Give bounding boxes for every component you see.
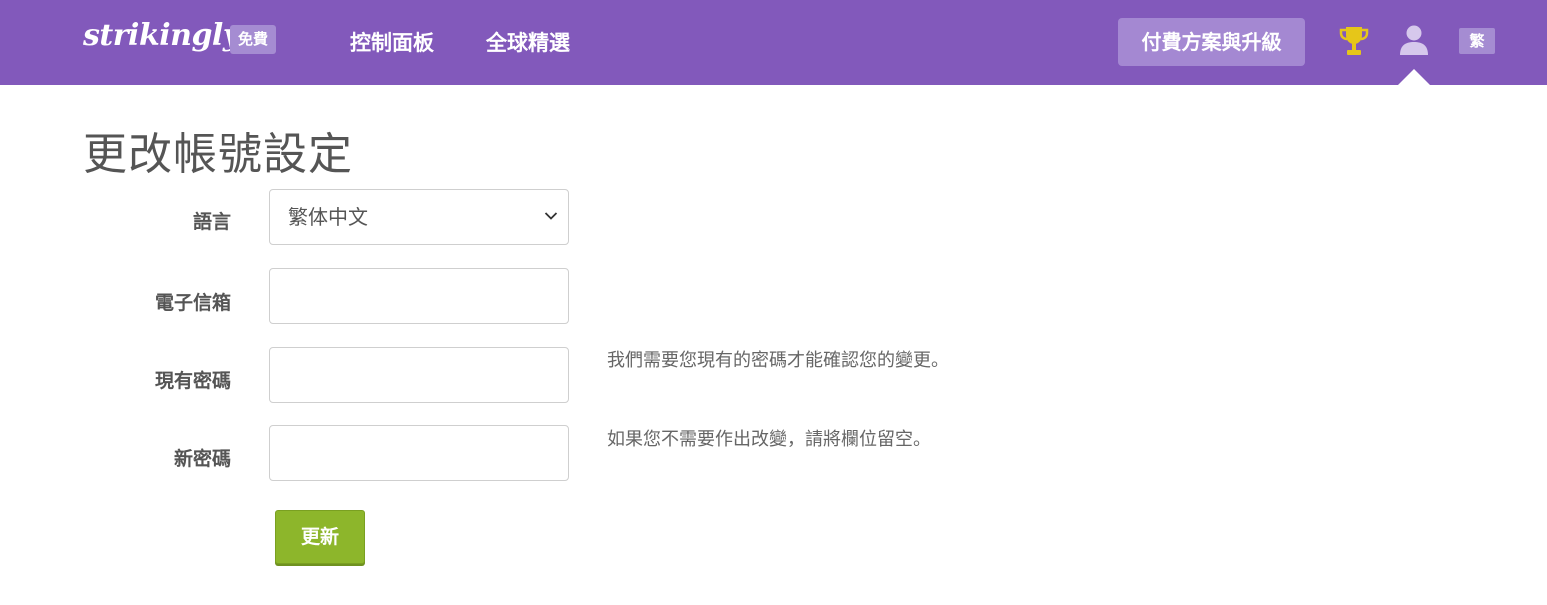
language-select[interactable]: 繁体中文 [269, 189, 569, 245]
language-select-value: 繁体中文 [288, 205, 368, 229]
top-navigation-bar: strikingly 免費 控制面板 全球精選 付費方案與升級 繁 [0, 0, 1547, 85]
page-title: 更改帳號設定 [83, 129, 353, 180]
current-password-field[interactable] [269, 347, 569, 403]
strikingly-logo[interactable]: strikingly [83, 18, 240, 53]
email-label: 電子信箱 [154, 292, 231, 314]
user-icon[interactable] [1397, 24, 1431, 56]
dropdown-caret [1398, 69, 1430, 85]
language-switch-badge[interactable]: 繁 [1459, 28, 1495, 54]
update-button[interactable]: 更新 [275, 510, 365, 564]
nav-dashboard-link[interactable]: 控制面板 [350, 27, 434, 57]
new-password-label: 新密碼 [173, 448, 231, 470]
new-password-field[interactable] [269, 425, 569, 481]
current-password-hint: 我們需要您現有的密碼才能確認您的變更。 [607, 350, 949, 371]
current-password-label: 現有密碼 [154, 370, 231, 392]
plan-badge: 免費 [230, 25, 277, 54]
email-field[interactable] [269, 268, 569, 324]
language-label: 語言 [192, 211, 231, 233]
trophy-icon[interactable] [1339, 25, 1369, 57]
upgrade-button[interactable]: 付費方案與升級 [1118, 18, 1305, 66]
nav-featured-link[interactable]: 全球精選 [486, 27, 570, 57]
chevron-down-icon [544, 212, 558, 220]
new-password-hint: 如果您不需要作出改變，請將欄位留空。 [607, 429, 931, 450]
